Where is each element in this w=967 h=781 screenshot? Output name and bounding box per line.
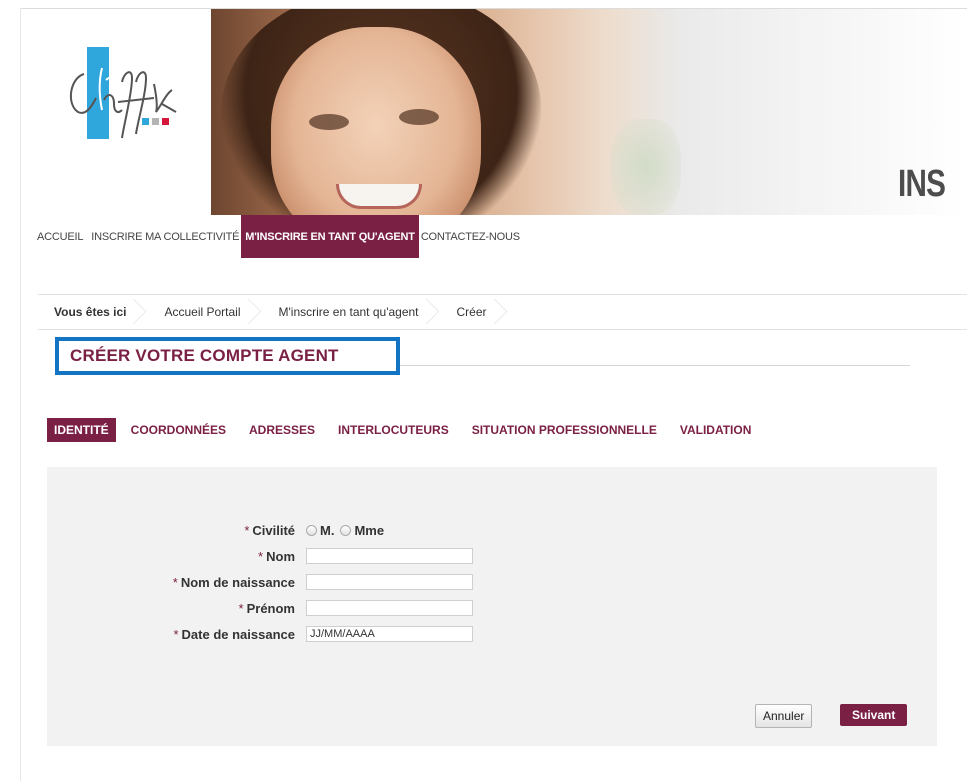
nav-item-inscrire-agent[interactable]: M'INSCRIRE EN TANT QU'AGENT [241, 215, 419, 258]
tab-coordonnees[interactable]: COORDONNÉES [124, 418, 233, 442]
cnfpt-logo[interactable] [35, 20, 185, 150]
title-divider [400, 365, 910, 366]
banner-photo-smile [336, 184, 422, 209]
identity-form-panel: * Civilité M. Mme * Nom * Nom de naissance … [47, 467, 937, 746]
breadcrumb-link-accueil-portail[interactable]: Accueil Portail [148, 295, 262, 329]
breadcrumb-here-label: Vous êtes ici [38, 295, 148, 329]
tab-adresses[interactable]: ADRESSES [242, 418, 322, 442]
nav-item-contact[interactable]: CONTACTEZ-NOUS [419, 215, 522, 258]
breadcrumb-current-creer: Créer [441, 295, 509, 329]
page-title: CRÉER VOTRE COMPTE AGENT [70, 346, 339, 365]
date-naissance-label: * Date de naissance [173, 626, 295, 642]
breadcrumb: Vous êtes ici Accueil Portail M'inscrire… [38, 294, 967, 330]
banner-photo-blur [611, 119, 681, 215]
civilite-label: * Civilité [244, 522, 295, 538]
required-marker: * [172, 574, 178, 590]
form-row-nom-naissance: * Nom de naissance [47, 571, 937, 593]
logo-square-red [162, 118, 169, 125]
breadcrumb-link-inscrire-agent[interactable]: M'inscrire en tant qu'agent [263, 295, 441, 329]
required-marker: * [258, 548, 264, 564]
nav-item-inscrire-collectivite[interactable]: INSCRIRE MA COLLECTIVITÉ [89, 215, 241, 258]
required-marker: * [173, 626, 179, 642]
civilite-radio-mme[interactable] [340, 524, 352, 536]
banner-photo-eye [399, 109, 439, 125]
banner-title: INS [898, 163, 946, 205]
form-tabs: IDENTITÉ COORDONNÉES ADRESSES INTERLOCUT… [47, 418, 767, 442]
nom-naissance-input[interactable] [306, 574, 473, 590]
logo-square-grey [152, 118, 159, 125]
nav-item-accueil[interactable]: ACCUEIL [35, 215, 85, 258]
required-marker: * [238, 600, 244, 616]
prenom-label: * Prénom [238, 600, 295, 616]
tab-validation[interactable]: VALIDATION [673, 418, 759, 442]
civilite-radio-m[interactable] [306, 524, 317, 536]
form-row-date-naissance: * Date de naissance [47, 623, 937, 645]
banner-photo-eye [309, 114, 349, 130]
top-navigation: ACCUEIL INSCRIRE MA COLLECTIVITÉ M'INSCR… [35, 215, 522, 258]
tab-interlocuteurs[interactable]: INTERLOCUTEURS [331, 418, 456, 442]
form-row-nom: * Nom [47, 545, 937, 567]
civilite-radio-group: M. Mme [306, 523, 390, 538]
logo-signature-icon [69, 67, 177, 139]
page-title-highlight: CRÉER VOTRE COMPTE AGENT [55, 337, 400, 375]
nom-label: * Nom [258, 548, 295, 564]
logo-square-blue [142, 118, 149, 125]
civilite-radio-m-label[interactable]: M. [320, 523, 334, 538]
form-row-civilite: * Civilité M. Mme [47, 519, 937, 541]
nom-naissance-label: * Nom de naissance [172, 574, 295, 590]
next-button[interactable]: Suivant [840, 704, 908, 726]
tab-situation-professionnelle[interactable]: SITUATION PROFESSIONNELLE [465, 418, 664, 442]
prenom-input[interactable] [306, 600, 473, 616]
form-row-prenom: * Prénom [47, 597, 937, 619]
cancel-button[interactable]: Annuler [755, 704, 813, 728]
tab-identite[interactable]: IDENTITÉ [47, 418, 116, 442]
logo-script-text [62, 54, 182, 154]
required-marker: * [244, 522, 250, 538]
date-naissance-input[interactable] [306, 626, 473, 642]
civilite-radio-mme-label[interactable]: Mme [354, 523, 384, 538]
nom-input[interactable] [306, 548, 473, 564]
